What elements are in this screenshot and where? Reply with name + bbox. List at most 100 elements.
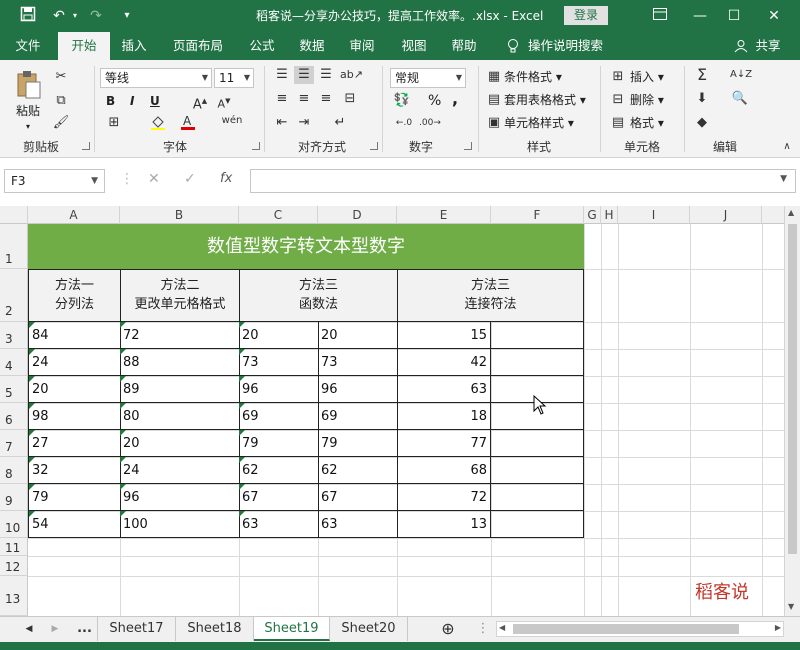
column-header-f[interactable]: F — [491, 206, 584, 224]
row-header-3[interactable]: 3 — [0, 322, 28, 349]
table-cell[interactable]: 20 — [120, 430, 240, 457]
row-header-2[interactable]: 2 — [0, 269, 28, 322]
table-cell[interactable]: 100 — [120, 511, 240, 538]
decrease-decimal-icon[interactable]: .00→ — [418, 114, 442, 132]
table-cell[interactable]: 96 — [318, 376, 398, 403]
table-cell[interactable]: 20 — [239, 322, 319, 349]
select-all-corner[interactable] — [0, 206, 28, 224]
minimize-icon[interactable]: — — [690, 6, 710, 26]
format-as-table-button[interactable]: 套用表格格式 ▾ — [504, 91, 586, 109]
table-cell[interactable]: 79 — [318, 430, 398, 457]
table-cell[interactable]: 13 — [397, 511, 491, 538]
row-header-6[interactable]: 6 — [0, 403, 28, 430]
undo-dropdown-icon[interactable]: ▾ — [70, 6, 80, 26]
tab-file[interactable]: 文件 — [6, 32, 50, 60]
sort-filter-icon[interactable]: A↓Z — [730, 66, 752, 84]
bold-button[interactable]: B — [106, 92, 115, 110]
decrease-indent-icon[interactable]: ⇤ — [272, 114, 292, 132]
header-method3-concat[interactable]: 方法三 连接符法 — [397, 269, 584, 322]
login-button[interactable]: 登录 — [564, 6, 608, 25]
phonetic-icon[interactable]: wén — [220, 112, 244, 130]
clear-icon[interactable]: ◆ — [692, 114, 712, 132]
increase-indent-icon[interactable]: ⇥ — [294, 114, 314, 132]
insert-cells-button[interactable]: 插入 ▾ — [630, 68, 664, 86]
table-cell[interactable]: 68 — [397, 457, 491, 484]
column-header-b[interactable]: B — [120, 206, 239, 224]
name-box[interactable]: F3 ▼ — [4, 169, 105, 193]
column-header-g[interactable]: G — [584, 206, 601, 224]
comma-button[interactable]: , — [452, 90, 458, 108]
share-button[interactable]: 共享 — [752, 32, 784, 60]
align-middle-icon[interactable]: ☰ — [294, 66, 314, 84]
tab-help[interactable]: 帮助 — [442, 32, 486, 60]
table-cell[interactable]: 32 — [28, 457, 121, 484]
table-cell[interactable]: 73 — [239, 349, 319, 376]
copy-icon[interactable]: ⧉ — [52, 92, 70, 110]
table-cell[interactable] — [491, 349, 584, 376]
ribbon-display-icon[interactable] — [650, 6, 670, 26]
borders-icon[interactable]: ⊞ — [104, 114, 124, 132]
increase-decimal-icon[interactable]: ←.0 — [392, 114, 416, 132]
alignment-launcher-icon[interactable] — [370, 142, 378, 150]
vertical-scroll-thumb[interactable] — [788, 224, 797, 554]
table-cell[interactable]: 62 — [239, 457, 319, 484]
table-cell[interactable]: 63 — [397, 376, 491, 403]
scroll-left-icon[interactable]: ◀ — [499, 623, 505, 632]
align-center-icon[interactable]: ≡ — [294, 90, 314, 108]
lightbulb-icon[interactable] — [504, 32, 522, 60]
header-method3-function[interactable]: 方法三 函数法 — [239, 269, 398, 322]
font-name-select[interactable]: 等线 ▼ — [100, 68, 212, 88]
table-cell[interactable]: 98 — [28, 403, 121, 430]
row-header-10[interactable]: 10 — [0, 511, 28, 538]
row-header-12[interactable]: 12 — [0, 556, 28, 576]
format-cells-button[interactable]: 格式 ▾ — [630, 114, 664, 132]
tab-data[interactable]: 数据 — [290, 32, 334, 60]
currency-icon[interactable]: 💱 — [392, 92, 412, 110]
sheet-tab-sheet18[interactable]: Sheet18 — [176, 617, 254, 641]
increase-font-icon[interactable]: A▲ — [190, 92, 210, 114]
fill-icon[interactable]: ⬇ — [692, 90, 712, 108]
table-cell[interactable]: 15 — [397, 322, 491, 349]
add-sheet-icon[interactable]: ⊕ — [436, 617, 460, 641]
table-cell[interactable] — [491, 511, 584, 538]
sheet-tab-sheet19[interactable]: Sheet19 — [254, 617, 330, 641]
percent-button[interactable]: % — [428, 92, 441, 110]
table-cell[interactable] — [491, 457, 584, 484]
header-method1[interactable]: 方法一 分列法 — [28, 269, 121, 322]
table-cell[interactable]: 24 — [120, 457, 240, 484]
column-header-a[interactable]: A — [28, 206, 120, 224]
table-cell[interactable]: 42 — [397, 349, 491, 376]
table-cell[interactable]: 69 — [239, 403, 319, 430]
tab-insert[interactable]: 插入 — [112, 32, 156, 60]
table-cell[interactable]: 18 — [397, 403, 491, 430]
table-cell[interactable]: 67 — [318, 484, 398, 511]
font-size-select[interactable]: 11 ▼ — [214, 68, 254, 88]
paste-icon[interactable] — [14, 70, 44, 100]
table-cell[interactable]: 27 — [28, 430, 121, 457]
table-cell[interactable]: 20 — [318, 322, 398, 349]
save-icon[interactable] — [18, 6, 38, 26]
table-cell[interactable] — [491, 484, 584, 511]
row-header-13[interactable]: 13 — [0, 576, 28, 616]
table-cell[interactable]: 89 — [120, 376, 240, 403]
cancel-icon[interactable]: ✕ — [148, 171, 160, 187]
table-cell[interactable]: 24 — [28, 349, 121, 376]
merge-center-icon[interactable]: ⊟ — [340, 90, 360, 108]
column-header-i[interactable]: I — [618, 206, 690, 224]
prev-sheet-icon[interactable]: ◀ — [20, 617, 38, 641]
scroll-right-icon[interactable]: ▶ — [775, 623, 781, 632]
number-format-select[interactable]: 常规 ▼ — [390, 68, 466, 88]
delete-cells-icon[interactable]: ⊟ — [610, 91, 626, 109]
table-cell[interactable]: 96 — [239, 376, 319, 403]
table-cell[interactable]: 72 — [397, 484, 491, 511]
scroll-down-icon[interactable]: ▼ — [788, 602, 794, 611]
tab-view[interactable]: 视图 — [392, 32, 436, 60]
scroll-up-icon[interactable]: ▲ — [788, 208, 794, 217]
table-cell[interactable]: 54 — [28, 511, 121, 538]
table-cell[interactable]: 96 — [120, 484, 240, 511]
customize-toolbar-icon[interactable]: ▾ — [120, 6, 134, 26]
row-header-11[interactable]: 11 — [0, 538, 28, 556]
cut-icon[interactable]: ✂ — [52, 68, 70, 86]
table-cell[interactable]: 62 — [318, 457, 398, 484]
clipboard-launcher-icon[interactable] — [82, 142, 90, 150]
